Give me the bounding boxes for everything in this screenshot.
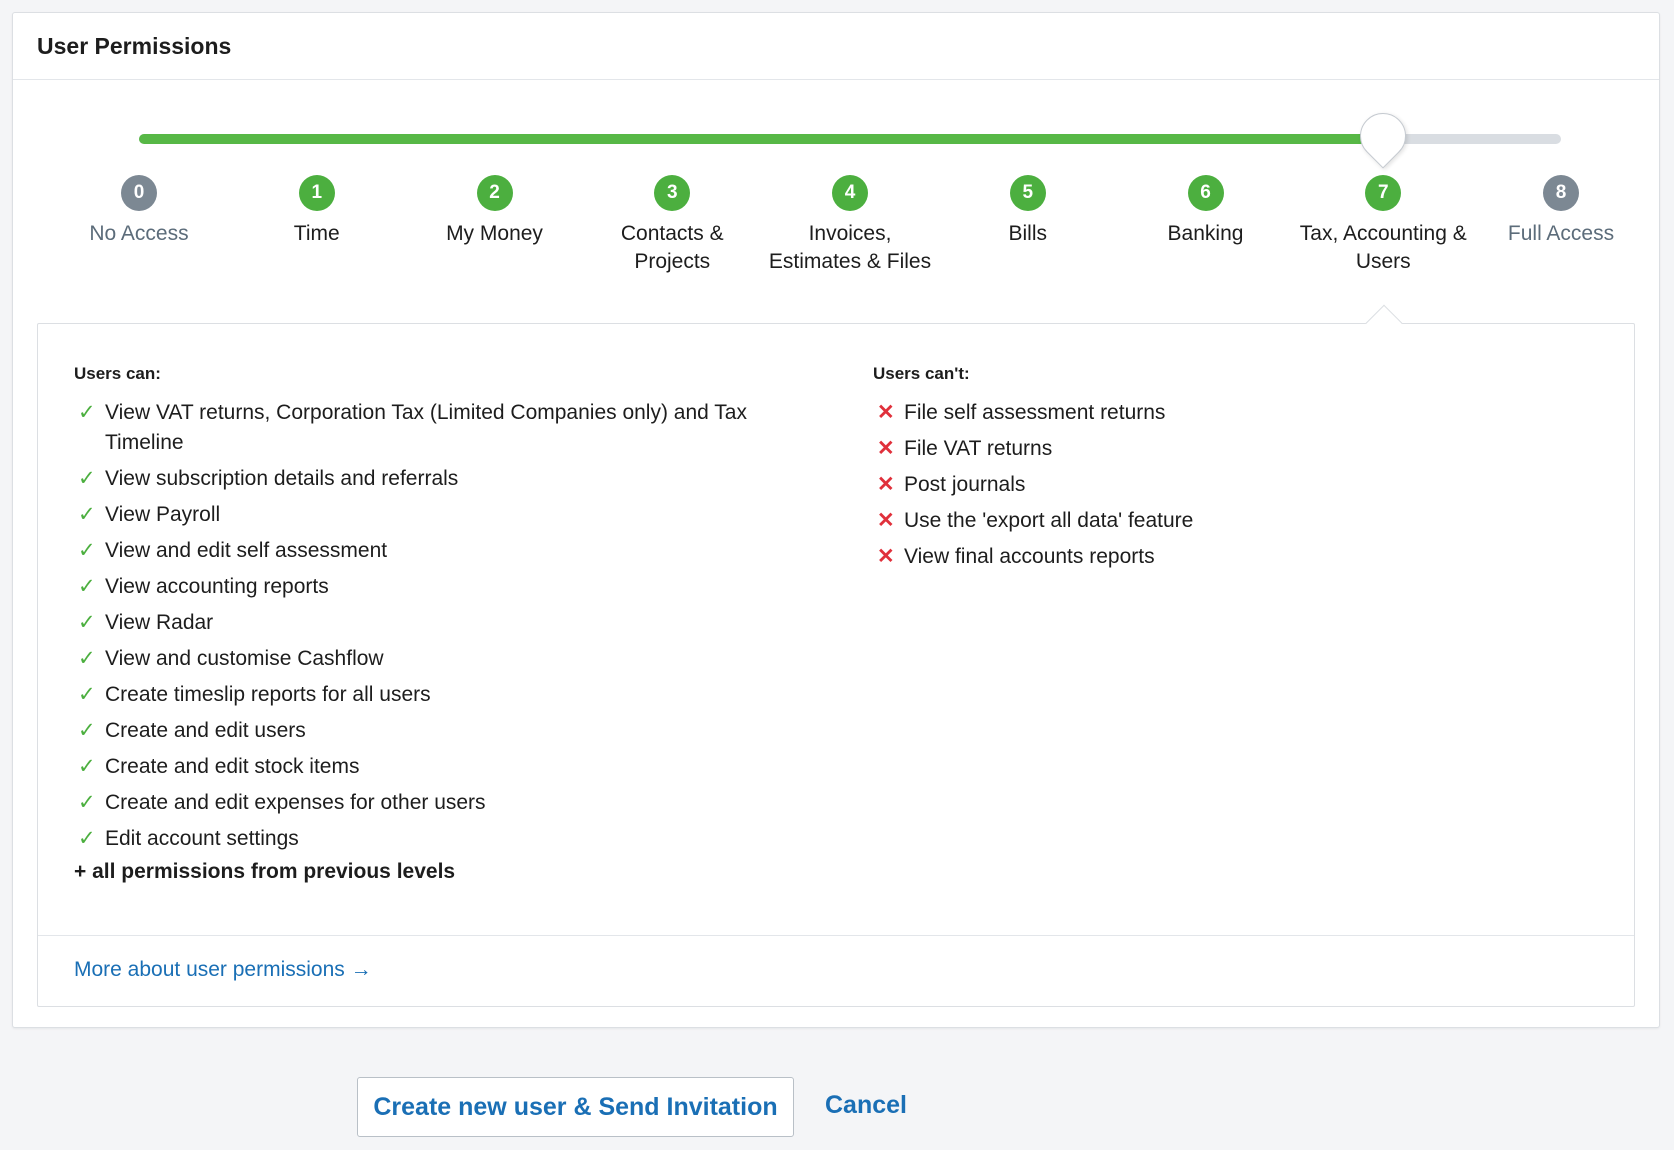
- level-label: Full Access: [1507, 222, 1615, 245]
- create-user-send-invitation-button[interactable]: Create new user & Send Invitation: [357, 1077, 794, 1137]
- level-8[interactable]: 8 Full Access: [1476, 175, 1646, 248]
- level-label: Bills: [1008, 222, 1047, 245]
- permission-text: View accounting reports: [105, 575, 329, 598]
- cross-icon: ✕: [877, 545, 895, 568]
- check-icon: ✓: [78, 755, 96, 778]
- users-can-column: Users can: ✓ View VAT returns, Corporatio…: [74, 364, 794, 884]
- check-icon: ✓: [78, 791, 96, 814]
- level-number-badge: 6: [1187, 175, 1224, 211]
- check-icon: ✓: [78, 827, 96, 850]
- level-label: My Money: [446, 222, 543, 245]
- allowed-permission-item: ✓ View Payroll: [74, 500, 794, 530]
- permission-slider-track[interactable]: [139, 134, 1561, 144]
- permission-text: Create and edit users: [105, 719, 306, 742]
- permission-text: View Payroll: [105, 503, 221, 526]
- permission-text: View final accounts reports: [904, 545, 1155, 568]
- permission-text: View and customise Cashflow: [105, 647, 384, 670]
- denied-permission-item: ✕ View final accounts reports: [873, 542, 1573, 572]
- permission-text: Post journals: [904, 473, 1026, 496]
- level-0[interactable]: 0 No Access: [54, 175, 224, 248]
- check-icon: ✓: [78, 719, 96, 742]
- allowed-permission-item: ✓ View Radar: [74, 608, 794, 638]
- check-icon: ✓: [78, 539, 96, 562]
- check-icon: ✓: [78, 647, 96, 670]
- permission-text: Create and edit stock items: [105, 755, 360, 778]
- allowed-permission-item: ✓ Create and edit users: [74, 716, 794, 746]
- allowed-permission-item: ✓ View accounting reports: [74, 572, 794, 602]
- users-can-heading: Users can:: [74, 364, 161, 383]
- allowed-permission-item: ✓ View subscription details and referrals: [74, 464, 794, 494]
- cross-icon: ✕: [877, 437, 895, 460]
- permission-levels: 0 No Access 1 Time 2 My Money 3 Contacts & Proj…: [13, 175, 1659, 315]
- level-2[interactable]: 2 My Money: [410, 175, 580, 248]
- level-6[interactable]: 6 Banking: [1121, 175, 1291, 248]
- users-cant-heading: Users can't:: [873, 364, 970, 383]
- allowed-permission-item: ✓ View and customise Cashflow: [74, 644, 794, 674]
- level-number-badge: 4: [832, 175, 868, 211]
- denied-permission-item: ✕ Use the 'export all data' feature: [873, 506, 1573, 536]
- permission-text: View and edit self assessment: [105, 539, 388, 562]
- level-label: Tax, Accounting & Users: [1299, 222, 1467, 273]
- level-number-badge: 5: [1009, 175, 1046, 211]
- users-cant-column: Users can't: ✕ File self assessment retur…: [873, 364, 1573, 578]
- check-icon: ✓: [78, 401, 96, 424]
- check-icon: ✓: [78, 467, 96, 490]
- check-icon: ✓: [78, 503, 96, 526]
- level-5[interactable]: 5 Bills: [943, 175, 1113, 248]
- cross-icon: ✕: [877, 401, 895, 424]
- level-number-badge: 2: [476, 175, 513, 211]
- level-label: Invoices, Estimates & Files: [768, 222, 932, 273]
- permission-text: View VAT returns, Corporation Tax (Limit…: [105, 401, 747, 454]
- denied-permission-item: ✕ File self assessment returns: [873, 398, 1573, 428]
- users-can-list: ✓ View VAT returns, Corporation Tax (Limi…: [74, 398, 794, 854]
- permission-text: Edit account settings: [105, 827, 299, 850]
- allowed-permission-item: ✓ Create and edit expenses for other user…: [74, 788, 794, 818]
- check-icon: ✓: [78, 683, 96, 706]
- allowed-permission-item: ✓ Create timeslip reports for all users: [74, 680, 794, 710]
- level-number-badge: 1: [298, 175, 335, 211]
- level-label: No Access: [89, 222, 189, 245]
- user-permissions-panel: User Permissions 0 No Access 1 Time 2 My Mone…: [12, 12, 1660, 1028]
- level-1[interactable]: 1 Time: [232, 175, 402, 248]
- permission-text: File VAT returns: [904, 437, 1053, 460]
- level-label: Time: [293, 222, 340, 245]
- level-number-badge: 0: [121, 175, 157, 211]
- level-label: Banking: [1167, 222, 1244, 245]
- allowed-permission-item: ✓ View VAT returns, Corporation Tax (Limi…: [74, 398, 794, 458]
- permission-text: View subscription details and referrals: [105, 467, 459, 490]
- denied-permission-item: ✕ File VAT returns: [873, 434, 1573, 464]
- panel-header: User Permissions: [13, 13, 1659, 80]
- permission-details: Users can: ✓ View VAT returns, Corporatio…: [37, 304, 1635, 1007]
- cross-icon: ✕: [877, 509, 895, 532]
- permission-slider-handle[interactable]: [1350, 103, 1416, 169]
- denied-permission-item: ✕ Post journals: [873, 470, 1573, 500]
- permission-text: Use the 'export all data' feature: [904, 509, 1194, 532]
- more-about-permissions-link[interactable]: More about user permissions →: [74, 958, 372, 982]
- permission-text: Create and edit expenses for other users: [105, 791, 486, 814]
- permission-text: View Radar: [105, 611, 214, 634]
- level-7[interactable]: 7 Tax, Accounting & Users: [1298, 175, 1468, 276]
- allowed-permission-item: ✓ View and edit self assessment: [74, 536, 794, 566]
- allowed-permission-item: ✓ Edit account settings: [74, 824, 794, 854]
- permission-slider-fill: [139, 134, 1384, 144]
- level-3[interactable]: 3 Contacts & Projects: [587, 175, 757, 276]
- permission-text: File self assessment returns: [904, 401, 1166, 424]
- check-icon: ✓: [78, 611, 96, 634]
- level-number-badge: 8: [1543, 175, 1579, 211]
- level-label: Contacts & Projects: [620, 222, 724, 273]
- permission-text: Create timeslip reports for all users: [105, 683, 431, 706]
- users-cant-list: ✕ File self assessment returns ✕ File VAT r…: [873, 398, 1573, 572]
- details-footer: More about user permissions →: [38, 935, 1634, 1006]
- cancel-link[interactable]: Cancel: [825, 1091, 907, 1120]
- level-4[interactable]: 4 Invoices, Estimates & Files: [765, 175, 935, 276]
- level-number-badge: 3: [654, 175, 691, 211]
- previous-levels-note: + all permissions from previous levels: [74, 860, 456, 883]
- panel-title: User Permissions: [37, 33, 232, 59]
- check-icon: ✓: [78, 575, 96, 598]
- cross-icon: ✕: [877, 473, 895, 496]
- allowed-permission-item: ✓ Create and edit stock items: [74, 752, 794, 782]
- level-number-badge: 7: [1365, 175, 1402, 211]
